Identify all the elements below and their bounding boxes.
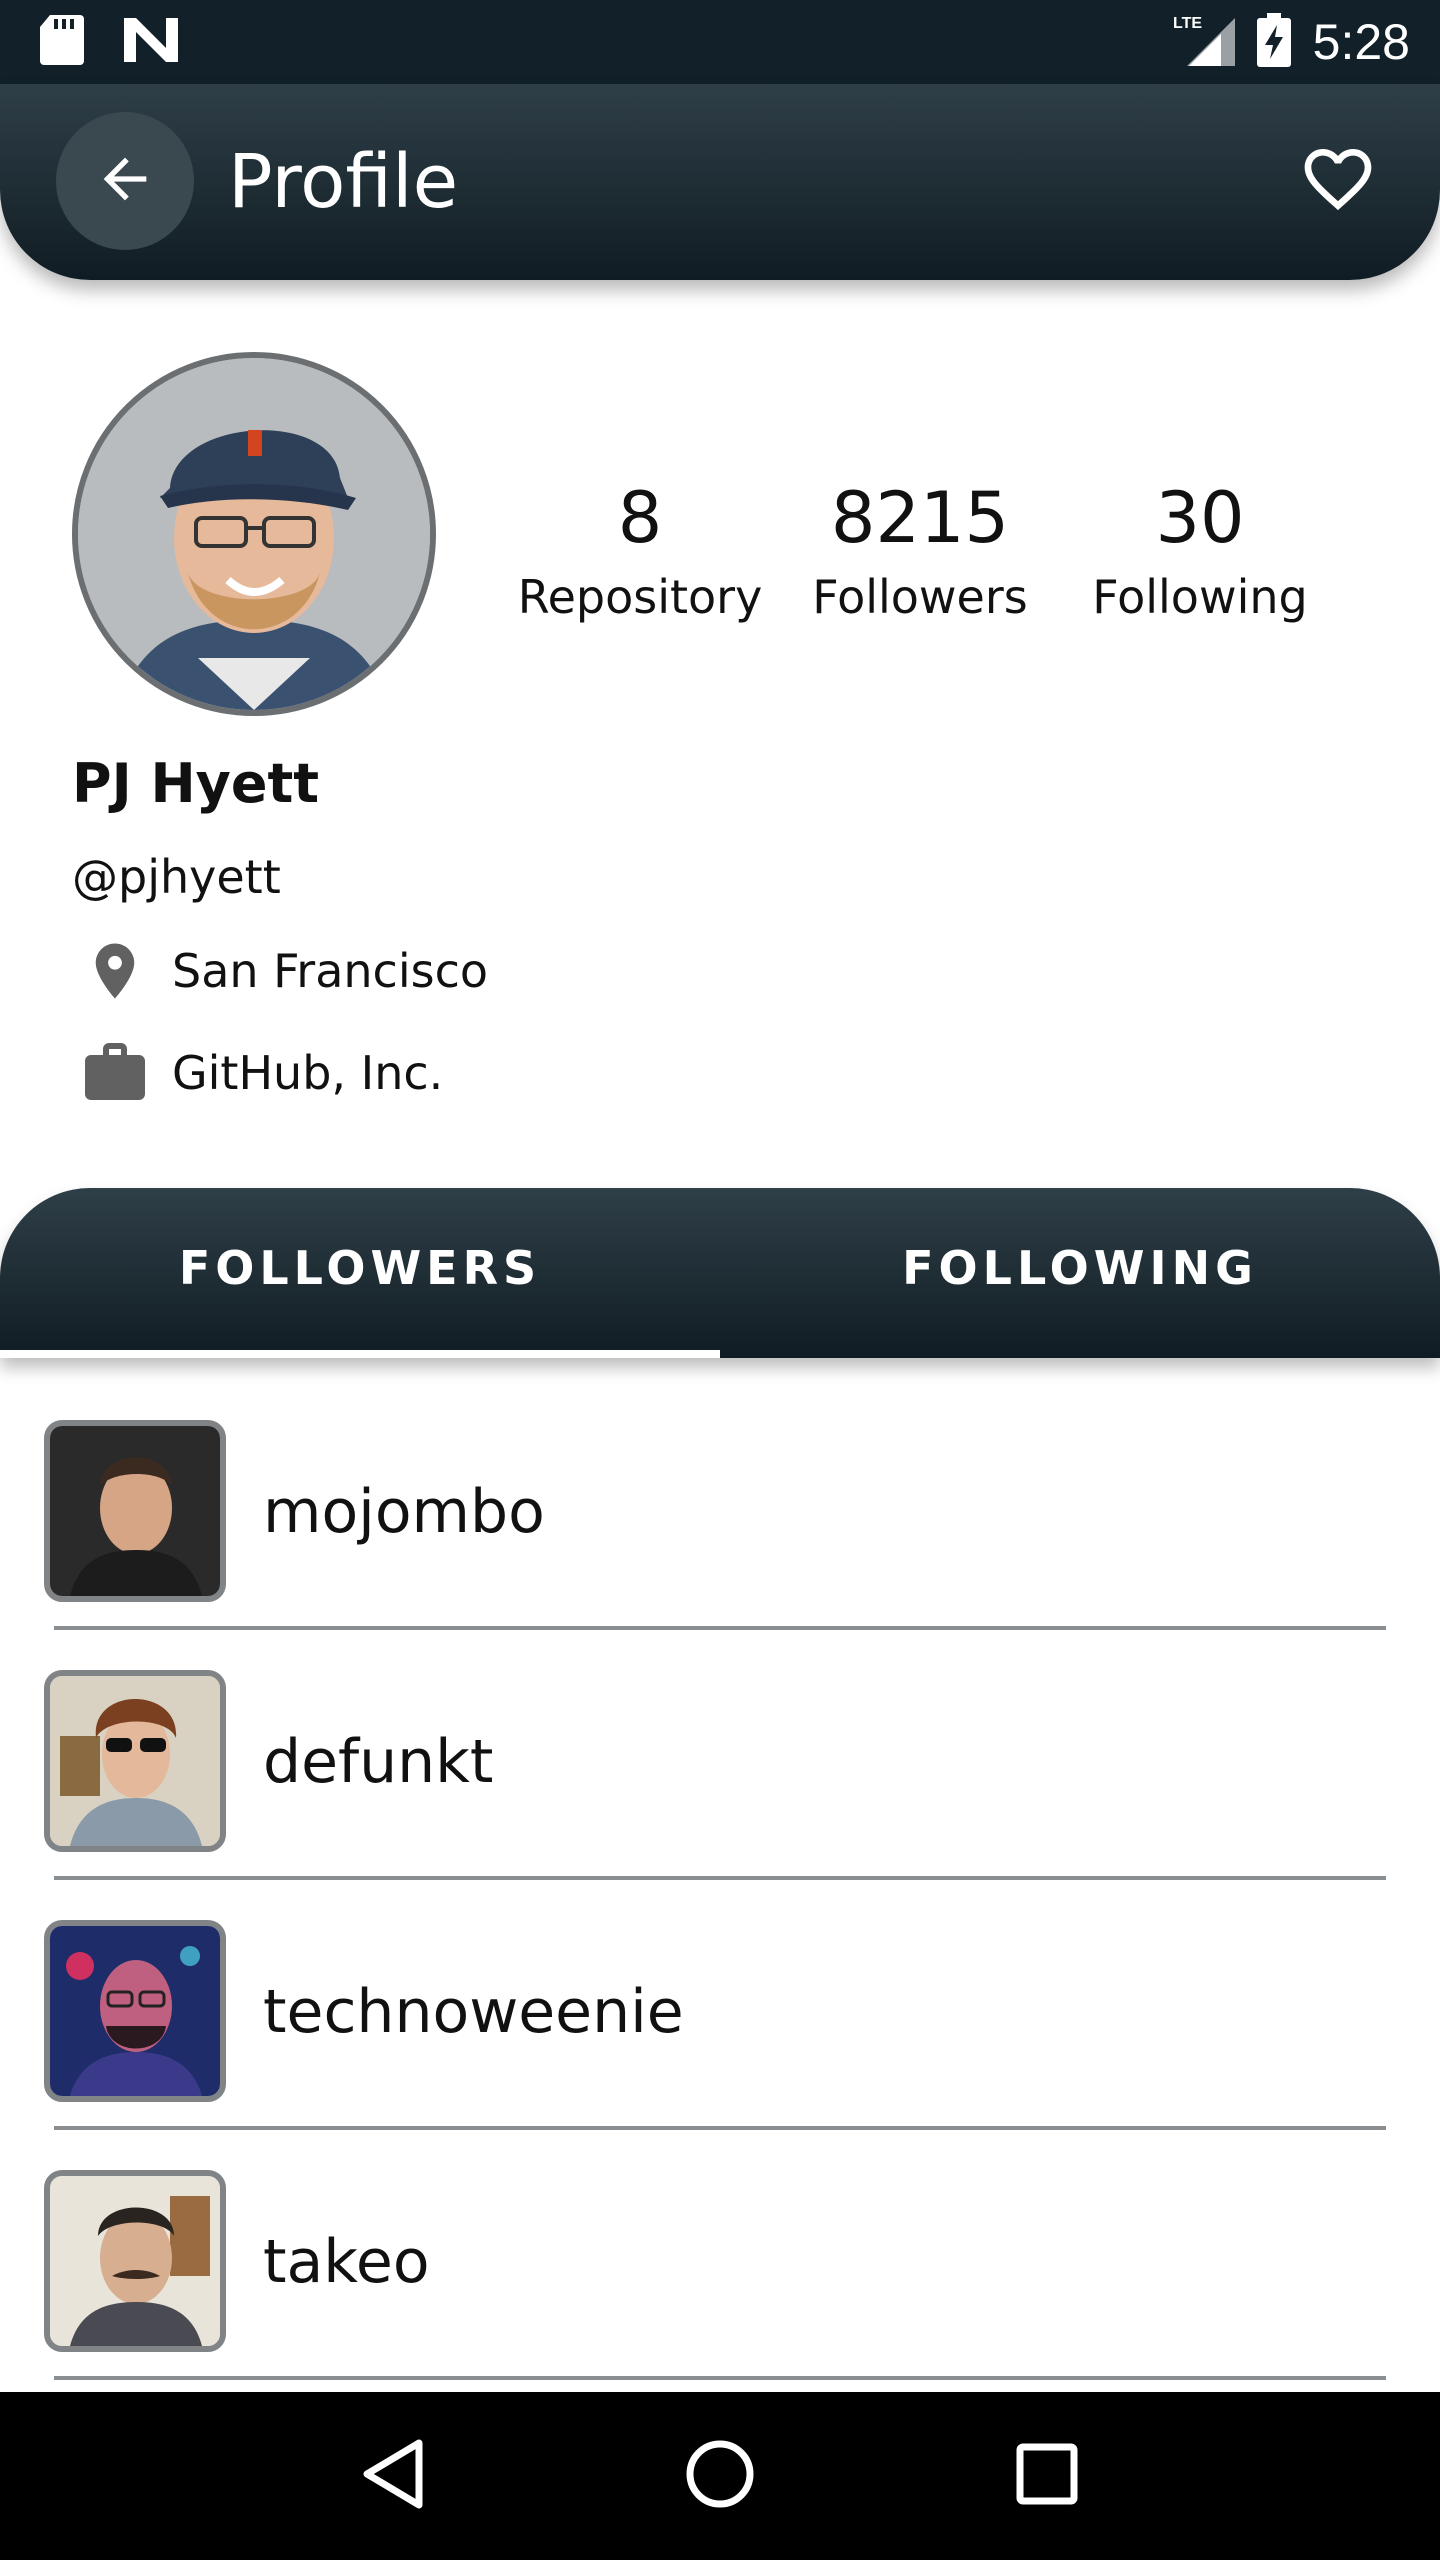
- username: technoweenie: [263, 1977, 684, 2047]
- square-recents-icon: [1016, 2443, 1078, 2509]
- stat-repository[interactable]: 8 Repository: [500, 470, 780, 628]
- followers-list: mojombo defunkt technoweenie takeo: [0, 1380, 1440, 2380]
- profile-stats: 8 Repository 8215 Followers 30 Following: [500, 470, 1340, 628]
- stat-value: 8215: [830, 477, 1010, 559]
- stat-value: 8: [617, 477, 663, 559]
- triangle-back-icon: [361, 2439, 425, 2513]
- list-item[interactable]: technoweenie: [0, 1880, 1440, 2130]
- sd-card-icon: [40, 15, 84, 69]
- profile-handle: @pjhyett: [72, 850, 281, 904]
- list-item[interactable]: takeo: [0, 2130, 1440, 2380]
- username: takeo: [263, 2227, 430, 2297]
- status-bar: LTE 5:28: [0, 0, 1440, 84]
- location-pin-icon: [72, 928, 158, 1014]
- signal-icon: LTE: [1173, 14, 1235, 70]
- briefcase-icon: [72, 1030, 158, 1116]
- heart-outline-icon: [1298, 139, 1378, 223]
- location-text: San Francisco: [172, 944, 489, 998]
- status-left: [40, 15, 178, 69]
- tab-bar: FOLLOWERS FOLLOWING: [0, 1188, 1440, 1358]
- tab-following[interactable]: FOLLOWING: [720, 1188, 1440, 1358]
- back-button[interactable]: [56, 112, 194, 250]
- profile-name: PJ Hyett: [72, 752, 320, 815]
- user-avatar: [44, 1420, 226, 1602]
- n-notification-icon: [124, 18, 178, 66]
- nav-home-button[interactable]: [665, 2421, 775, 2531]
- stat-value: 30: [1155, 477, 1245, 559]
- list-item[interactable]: mojombo: [0, 1380, 1440, 1630]
- tab-followers[interactable]: FOLLOWERS: [0, 1188, 720, 1358]
- svg-text:LTE: LTE: [1173, 15, 1202, 32]
- stat-label: Followers: [812, 570, 1028, 624]
- company-text: GitHub, Inc.: [172, 1046, 444, 1100]
- divider: [54, 2376, 1386, 2380]
- stat-followers[interactable]: 8215 Followers: [780, 470, 1060, 628]
- circle-home-icon: [685, 2439, 755, 2513]
- username: defunkt: [263, 1727, 494, 1797]
- nav-back-button[interactable]: [338, 2421, 448, 2531]
- profile-company: GitHub, Inc.: [72, 1030, 443, 1116]
- list-item[interactable]: defunkt: [0, 1630, 1440, 1880]
- nav-recents-button[interactable]: [992, 2421, 1102, 2531]
- status-right: LTE 5:28: [1173, 13, 1410, 71]
- user-avatar: [44, 1920, 226, 2102]
- system-nav-bar: [0, 2392, 1440, 2560]
- user-avatar: [44, 2170, 226, 2352]
- app-bar: Profile: [0, 84, 1440, 280]
- arrow-left-icon: [93, 147, 157, 215]
- page-title: Profile: [228, 139, 459, 225]
- stat-label: Repository: [517, 570, 763, 624]
- stat-label: Following: [1092, 570, 1308, 624]
- favorite-button[interactable]: [1296, 139, 1380, 223]
- stat-following[interactable]: 30 Following: [1060, 470, 1340, 628]
- profile-avatar: [72, 352, 436, 716]
- user-avatar: [44, 1670, 226, 1852]
- profile-location: San Francisco: [72, 928, 488, 1014]
- username: mojombo: [263, 1477, 545, 1547]
- status-time: 5:28: [1312, 14, 1410, 70]
- battery-charging-icon: [1256, 13, 1291, 71]
